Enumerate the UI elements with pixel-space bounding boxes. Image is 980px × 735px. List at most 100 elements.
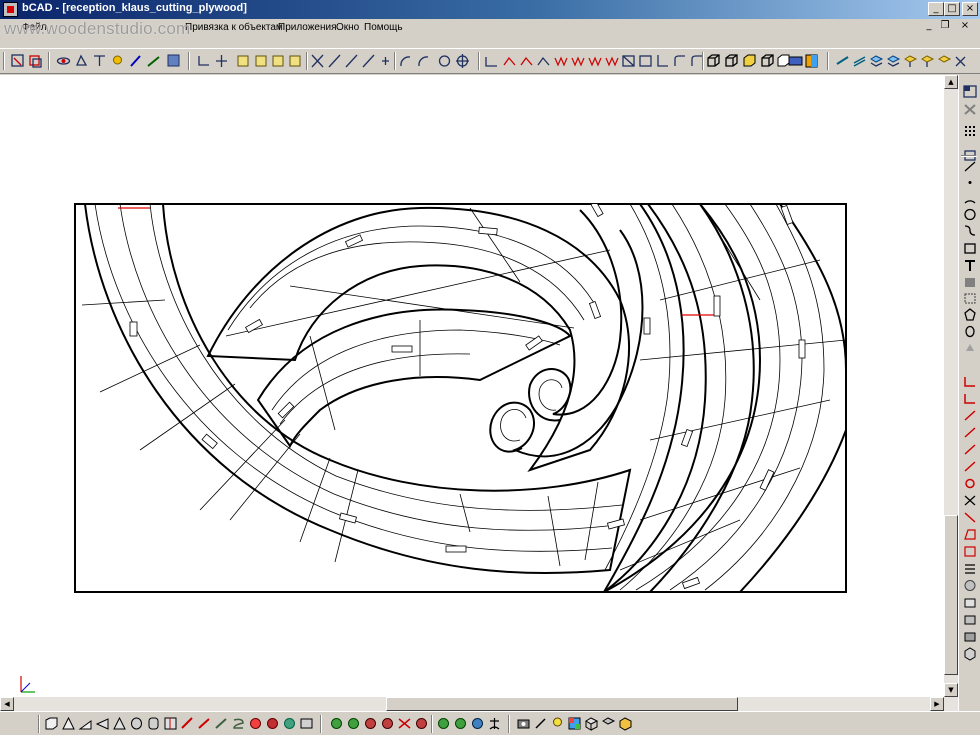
regen-icon[interactable] (28, 53, 43, 69)
layer-props-icon[interactable] (852, 53, 867, 69)
boolean-icon[interactable] (231, 716, 246, 731)
ucs-xyz-icon[interactable] (962, 578, 978, 593)
material-icon[interactable] (567, 716, 582, 731)
solid-icon[interactable] (962, 646, 978, 661)
close-button[interactable]: × (962, 2, 978, 16)
plot-icon[interactable] (962, 595, 978, 610)
dim-style-icon[interactable] (672, 53, 687, 69)
mirror-icon[interactable] (962, 425, 978, 440)
drawing-canvas[interactable] (0, 75, 945, 697)
rectangle-icon[interactable] (962, 241, 978, 256)
layer-icon[interactable] (835, 53, 850, 69)
light-icon[interactable] (110, 53, 125, 69)
mdi-restore-button[interactable]: ❐ (938, 20, 952, 33)
chamfer-icon[interactable] (962, 527, 978, 542)
dim-diameter-icon[interactable] (621, 53, 636, 69)
intersect-icon[interactable] (299, 716, 314, 731)
layer-on-icon[interactable] (886, 53, 901, 69)
face-iso-icon[interactable] (288, 53, 303, 69)
scroll-down-icon[interactable]: ▼ (944, 683, 958, 697)
subtract-icon[interactable] (282, 716, 297, 731)
grid-icon[interactable] (962, 124, 978, 139)
box-shade-icon[interactable] (742, 53, 757, 69)
anchor-icon[interactable] (453, 716, 468, 731)
maximize-button[interactable]: □ (944, 2, 960, 16)
ucs-icon[interactable] (962, 102, 978, 117)
zoom-window-icon[interactable] (10, 53, 25, 69)
loft-icon[interactable] (180, 716, 195, 731)
face-side-icon[interactable] (271, 53, 286, 69)
ellipse-icon[interactable] (962, 324, 978, 339)
scroll-right-icon[interactable]: ▶ (930, 697, 944, 711)
center-snap-icon[interactable] (437, 53, 452, 69)
anchor-icon[interactable] (470, 716, 485, 731)
menu-help[interactable]: Помощь (364, 22, 403, 33)
revolve-icon[interactable] (163, 716, 178, 731)
move-icon[interactable] (962, 476, 978, 491)
texture-icon[interactable] (584, 716, 599, 731)
box-hidden-icon[interactable] (760, 53, 775, 69)
section-icon[interactable] (363, 716, 378, 731)
polygon-icon[interactable] (962, 307, 978, 322)
fillet-icon[interactable] (962, 510, 978, 525)
torus-icon[interactable] (129, 716, 144, 731)
rotate-icon[interactable] (962, 442, 978, 457)
vertical-scroll-thumb[interactable] (944, 515, 958, 675)
cone-icon[interactable] (95, 716, 110, 731)
dim-aligned-icon[interactable] (502, 53, 517, 69)
horizontal-scrollbar[interactable]: ◀ ▶ (0, 697, 958, 711)
hatch-icon[interactable] (962, 275, 978, 290)
dim-angle-icon[interactable] (519, 53, 534, 69)
edit-icon[interactable] (146, 53, 161, 69)
sphere-icon[interactable] (248, 716, 263, 731)
snap-cross-icon[interactable] (214, 53, 229, 69)
view-plane-icon[interactable] (788, 53, 803, 69)
box-icon[interactable] (706, 53, 721, 69)
text-icon[interactable] (962, 258, 978, 273)
layer-freeze-icon[interactable] (903, 53, 918, 69)
extrude-icon[interactable] (146, 716, 161, 731)
app-icon[interactable] (3, 2, 18, 17)
union-icon[interactable] (265, 716, 280, 731)
scroll-left-icon[interactable]: ◀ (0, 697, 14, 711)
menu-object-snap[interactable]: Привязка к объектам (185, 22, 283, 33)
anchor-icon[interactable] (487, 716, 502, 731)
snap-near-icon[interactable] (378, 53, 393, 69)
color-icon[interactable] (804, 53, 819, 69)
slice-icon[interactable] (329, 716, 344, 731)
mdi-minimize-button[interactable]: _ (922, 20, 936, 33)
render3d-icon[interactable] (618, 716, 633, 731)
fill-icon[interactable] (962, 341, 978, 356)
extend-icon[interactable] (962, 391, 978, 406)
line-icon[interactable] (962, 159, 978, 174)
dim-radius-icon[interactable] (604, 53, 619, 69)
dim-chain-icon[interactable] (570, 53, 585, 69)
section-icon[interactable] (380, 716, 395, 731)
print-icon[interactable] (962, 612, 978, 627)
render3d-icon[interactable] (601, 716, 616, 731)
layer-lock-icon[interactable] (953, 53, 968, 69)
pyramid-icon[interactable] (61, 716, 76, 731)
vertical-scrollbar[interactable]: ▲ ▼ (944, 75, 958, 697)
section-icon[interactable] (414, 716, 429, 731)
render-icon[interactable] (166, 53, 181, 69)
orbit-icon[interactable] (56, 53, 71, 69)
cylinder-icon[interactable] (112, 716, 127, 731)
section-icon[interactable] (346, 716, 361, 731)
layer-off-icon[interactable] (869, 53, 884, 69)
bulb-icon[interactable] (550, 716, 565, 731)
trim-icon[interactable] (962, 374, 978, 389)
section-icon[interactable] (397, 716, 412, 731)
snap-end-icon[interactable] (310, 53, 325, 69)
menu-applications[interactable]: Приложения (278, 22, 337, 33)
face-front-icon[interactable] (254, 53, 269, 69)
dim-linear-icon[interactable] (484, 53, 499, 69)
view-icon[interactable] (962, 84, 978, 99)
minimize-button[interactable]: _ (928, 2, 944, 16)
cad-drawing[interactable] (0, 75, 945, 697)
mdi-close-button[interactable]: × (958, 20, 972, 33)
pan-icon[interactable] (74, 53, 89, 69)
export-icon[interactable] (962, 629, 978, 644)
dim-center-icon[interactable] (655, 53, 670, 69)
arc-icon[interactable] (962, 191, 978, 206)
